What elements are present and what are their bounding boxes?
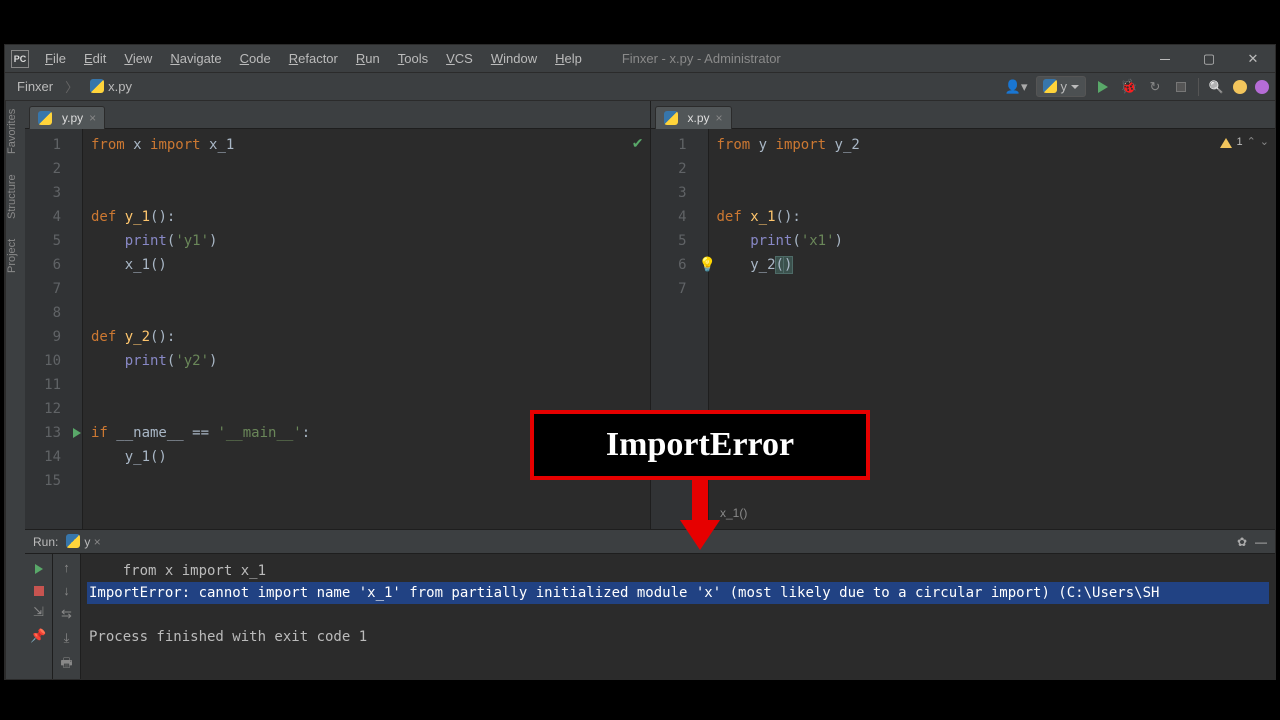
menu-file[interactable]: File: [37, 47, 74, 70]
menu-run[interactable]: Run: [348, 47, 388, 70]
search-button[interactable]: [1207, 78, 1225, 96]
menu-edit[interactable]: Edit: [76, 47, 114, 70]
print-button[interactable]: 🖶: [60, 654, 72, 676]
line-numbers: 123456789101112131415: [25, 129, 69, 529]
breadcrumb-project[interactable]: Finxer: [11, 77, 59, 96]
tab-row-right: x.py ×: [651, 101, 1276, 129]
tab-y-py[interactable]: y.py ×: [29, 106, 105, 129]
run-tool-config[interactable]: y ×: [66, 534, 100, 549]
structure-tool-button[interactable]: Structure: [6, 174, 25, 219]
chevron-right-icon: 〉: [65, 77, 78, 96]
warning-triangle-icon: [1220, 132, 1232, 148]
menu-refactor[interactable]: Refactor: [281, 47, 346, 70]
run-gutter-icon[interactable]: [73, 428, 81, 438]
stop-button[interactable]: [1172, 78, 1190, 96]
favorites-tool-button[interactable]: Favorites: [6, 109, 25, 154]
close-button[interactable]: ✕: [1231, 45, 1275, 73]
tab-x-py[interactable]: x.py ×: [655, 106, 732, 129]
maximize-button[interactable]: ▢: [1187, 45, 1231, 73]
user-icon[interactable]: 👤▾: [1005, 79, 1028, 95]
menu-vcs[interactable]: VCS: [438, 47, 481, 70]
menu-navigate[interactable]: Navigate: [162, 47, 229, 70]
exit-button[interactable]: ⇲: [33, 604, 44, 620]
settings-icon[interactable]: ✿: [1237, 535, 1247, 549]
run-tool-side-primary: ⇲ 📌: [25, 554, 53, 679]
run-tool-window: Run: y × ✿ — ⇲ 📌 ↑ ↓: [25, 529, 1275, 679]
inspection-warning-badge[interactable]: 1 ⌃ ⌄: [1220, 135, 1269, 148]
menu-bar: PC FileEditViewNavigateCodeRefactorRunTo…: [5, 45, 1275, 73]
rerun-button[interactable]: [30, 560, 48, 578]
ide-update-icon[interactable]: [1233, 80, 1247, 94]
intention-bulb-icon[interactable]: 💡: [699, 253, 716, 277]
menu-window[interactable]: Window: [483, 47, 545, 70]
annotation-label: ImportError: [530, 410, 870, 480]
console-output[interactable]: from x import x_1ImportError: cannot imp…: [81, 554, 1275, 679]
run-button[interactable]: [1094, 78, 1112, 96]
run-tool-header: Run: y × ✿ —: [25, 530, 1275, 554]
breadcrumb-file[interactable]: x.py: [84, 77, 138, 96]
inspection-ok-icon: ✔: [632, 135, 644, 152]
menu-code[interactable]: Code: [232, 47, 279, 70]
menu-view[interactable]: View: [116, 47, 160, 70]
soft-wrap-button[interactable]: ⇆: [61, 606, 72, 622]
up-button[interactable]: ↑: [63, 560, 70, 575]
python-file-icon: [664, 111, 678, 125]
main-area: Project Structure Favorites y.py × 12: [5, 101, 1275, 679]
python-icon: [66, 534, 80, 548]
close-tab-icon[interactable]: ×: [716, 111, 723, 125]
tab-row-left: y.py ×: [25, 101, 650, 129]
tab-label: y.py: [62, 111, 83, 125]
python-file-icon: [90, 79, 104, 93]
ide-status-icon[interactable]: [1255, 80, 1269, 94]
window-controls: ▢ ✕: [1143, 45, 1275, 73]
run-coverage-button[interactable]: ↻: [1146, 78, 1164, 96]
pin-button[interactable]: 📌: [30, 628, 46, 644]
menu-help[interactable]: Help: [547, 47, 590, 70]
menu-tools[interactable]: Tools: [390, 47, 436, 70]
left-tool-strip: Project Structure Favorites: [5, 101, 25, 679]
fold-gutter: [69, 129, 83, 529]
python-icon: [1043, 79, 1057, 93]
scroll-to-end-button[interactable]: ⤓: [64, 630, 70, 646]
editor-breadcrumb[interactable]: x_1(): [720, 506, 747, 520]
stop-run-button[interactable]: [34, 586, 44, 596]
ide-window: PC FileEditViewNavigateCodeRefactorRunTo…: [4, 44, 1276, 680]
close-tab-icon[interactable]: ×: [89, 111, 96, 125]
window-title: Finxer - x.py - Administrator: [622, 51, 781, 66]
run-tool-side-secondary: ↑ ↓ ⇆ ⤓ 🖶: [53, 554, 81, 679]
tab-label: x.py: [688, 111, 710, 125]
run-tool-title: Run:: [33, 535, 58, 549]
down-button[interactable]: ↓: [63, 583, 70, 598]
annotation-arrow-icon: [680, 480, 720, 550]
debug-button[interactable]: 🐞: [1120, 78, 1138, 96]
hide-tool-window-button[interactable]: —: [1255, 535, 1267, 549]
navigation-bar: Finxer 〉 x.py 👤▾ y 🐞 ↻: [5, 73, 1275, 101]
project-tool-button[interactable]: Project: [6, 239, 25, 273]
pycharm-logo-icon: PC: [11, 50, 29, 68]
minimize-button[interactable]: [1143, 45, 1187, 73]
python-file-icon: [38, 111, 52, 125]
run-config-selector[interactable]: y: [1036, 76, 1087, 97]
